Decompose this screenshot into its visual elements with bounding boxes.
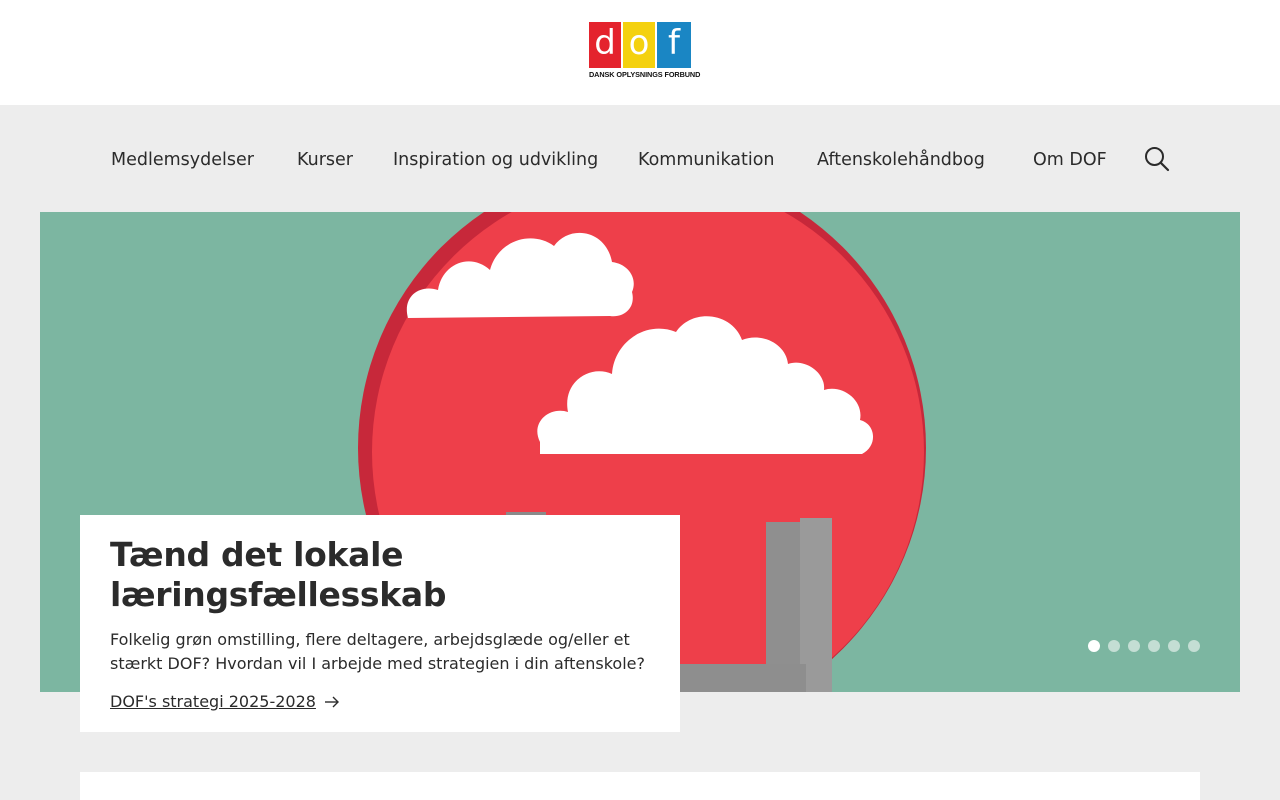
carousel-dot-3[interactable] — [1128, 640, 1140, 652]
hero-title: Tænd det lokale læringsfællesskab — [110, 535, 447, 614]
carousel-dot-4[interactable] — [1148, 640, 1160, 652]
strategy-link[interactable]: DOF's strategi 2025-2028 — [110, 690, 340, 714]
nav-item-kurser[interactable]: Kurser — [297, 147, 353, 173]
nav-list: Medlemsydelser Kurser Inspiration og udv… — [0, 105, 1280, 212]
strategy-link-label: DOF's strategi 2025-2028 — [110, 692, 316, 711]
hero-card: Tænd det lokale læringsfællesskab Folkel… — [80, 515, 680, 732]
logo-tiles: d o f — [589, 22, 691, 68]
nav-item-kommunikation[interactable]: Kommunikation — [638, 147, 775, 173]
carousel-dot-6[interactable] — [1188, 640, 1200, 652]
logo-subtitle: DANSK OPLYSNINGS FORBUND — [589, 70, 701, 79]
carousel-dots — [1088, 640, 1200, 652]
carousel-dot-5[interactable] — [1168, 640, 1180, 652]
carousel-dot-1[interactable] — [1088, 640, 1100, 652]
nav-item-medlemsydelser[interactable]: Medlemsydelser — [111, 147, 254, 173]
dof-logo[interactable]: d o f DANSK OPLYSNINGS FORBUND — [589, 22, 701, 80]
content-panel — [80, 772, 1200, 800]
logo-tile-o: o — [623, 22, 655, 68]
search-button[interactable] — [1143, 145, 1171, 173]
nav-item-aftenskolehaandbog[interactable]: Aftenskolehåndbog — [817, 147, 985, 173]
nav-item-om-dof[interactable]: Om DOF — [1033, 147, 1107, 173]
hero-text: Folkelig grøn omstilling, flere deltager… — [110, 630, 645, 673]
logo-tile-d: d — [589, 22, 621, 68]
carousel-dot-2[interactable] — [1108, 640, 1120, 652]
nav-item-inspiration[interactable]: Inspiration og udvikling — [393, 147, 598, 173]
logo-tile-f: f — [657, 22, 691, 68]
main-navigation: Medlemsydelser Kurser Inspiration og udv… — [0, 105, 1280, 212]
search-icon — [1145, 147, 1170, 172]
arrow-right-icon — [324, 696, 339, 708]
site-header: d o f DANSK OPLYSNINGS FORBUND — [0, 0, 1280, 105]
